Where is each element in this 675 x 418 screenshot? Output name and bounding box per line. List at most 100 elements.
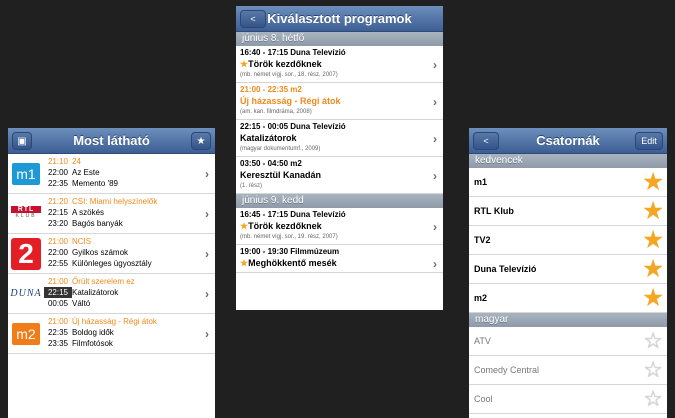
channel-row[interactable]: DUNA 21:00 Őrült szerelem ez 22:15 Katalizát… xyxy=(8,274,215,314)
program-title: Gyilkos számok xyxy=(72,248,129,257)
program-time: 00:05 xyxy=(47,299,68,308)
program-time: 21:20 xyxy=(47,197,68,206)
program-title: Memento '89 xyxy=(72,179,118,188)
program-title: Különleges ügyosztály xyxy=(72,259,152,268)
channel-row[interactable]: m2 21:00 Új házasság - Régi átok 22:35 Boldo… xyxy=(8,314,215,354)
favorite-star-icon[interactable]: ★ xyxy=(643,171,663,193)
section-header: kedvencek xyxy=(469,154,667,168)
schedule-line: 21:10 24 xyxy=(44,156,215,167)
channel-item[interactable]: RTL Klub ★ xyxy=(469,197,667,226)
schedule-line: 22:35 Boldog idők xyxy=(44,327,215,338)
program-title: Boldog idők xyxy=(72,328,114,337)
schedule-lines: 21:00 Őrült szerelem ez 22:15 Katalizátorok… xyxy=(44,274,215,313)
program-title: 24 xyxy=(72,157,81,166)
program-title: Az Este xyxy=(72,168,100,177)
program-list: június 8. hétfő 16:40 - 17:15 Duna Televí… xyxy=(236,32,443,273)
chevron-right-icon: › xyxy=(205,207,209,221)
nav-bar: < Csatornák Edit xyxy=(469,128,667,154)
selected-programs-screen: < Kiválasztott programok június 8. hétfő… xyxy=(236,6,443,310)
most-latható-screen: ▣ Most látható ★ m1 21:10 24 22:00 Az Este 22… xyxy=(8,128,215,418)
section-header: június 9. kedd xyxy=(236,194,443,208)
channel-item[interactable]: m2 ★ xyxy=(469,284,667,313)
channel-item[interactable]: TV2 ★ xyxy=(469,226,667,255)
schedule-line: 21:20 CSI: Miami helyszínelők xyxy=(44,196,215,207)
favorite-star-icon[interactable]: ☆ xyxy=(643,388,663,410)
star-icon: ★ xyxy=(240,59,249,69)
favorite-star-icon[interactable]: ☆ xyxy=(643,359,663,381)
program-title: Keresztül Kanadán xyxy=(240,170,322,180)
program-timeline: 22:15 - 00:05 Duna Televízió xyxy=(240,122,346,131)
schedule-line: 21:00 Új házasság - Régi átok xyxy=(44,316,215,327)
channel-row[interactable]: RTL KLUB 21:20 CSI: Miami helyszínelők 22:15… xyxy=(8,194,215,234)
program-item[interactable]: 19:00 - 19:30 Filmmúzeum ★Meghökkentő mes… xyxy=(236,245,443,273)
program-time: 22:00 xyxy=(47,248,68,257)
channel-row[interactable]: 2 21:00 NCIS 22:00 Gyilkos számok 22:55 Különl… xyxy=(8,234,215,274)
program-desc: (magyar dokumentumf., 2009) xyxy=(240,146,321,152)
program-time: 22:35 xyxy=(47,328,68,337)
tv-icon-button[interactable]: ▣ xyxy=(12,132,32,150)
program-desc: (mb. német vígj. sor., 18. rész, 2007) xyxy=(240,72,338,78)
channel-name: Comedy Central xyxy=(474,365,540,375)
chevron-right-icon: › xyxy=(433,257,437,271)
program-title: Váltó xyxy=(72,299,91,308)
program-timeline: 19:00 - 19:30 Filmmúzeum xyxy=(240,247,340,256)
channel-logo: DUNA xyxy=(8,274,44,313)
channel-logo: m1 xyxy=(8,154,44,193)
program-desc: (am. kan. filmdráma, 2008) xyxy=(240,109,312,115)
schedule-line: 22:00 Az Este xyxy=(44,167,215,178)
m1-logo: m1 xyxy=(12,162,40,185)
chevron-right-icon: › xyxy=(205,247,209,261)
favorite-star-icon[interactable]: ★ xyxy=(643,287,663,309)
channel-row[interactable]: m1 21:10 24 22:00 Az Este 22:35 Memento '89 › xyxy=(8,154,215,194)
channel-name: TV2 xyxy=(474,235,491,245)
schedule-lines: 21:00 Új házasság - Régi átok 22:35 Boldog … xyxy=(44,314,215,353)
favorite-star-icon[interactable]: ★ xyxy=(643,258,663,280)
program-title: Bagós banyák xyxy=(72,219,123,228)
program-title-row: Katalizátorok xyxy=(240,132,439,145)
program-item[interactable]: 03:50 - 04:50 m2 Keresztül Kanadán (1. rés… xyxy=(236,157,443,194)
channel-item[interactable]: m1 ★ xyxy=(469,168,667,197)
program-item[interactable]: 16:45 - 17:15 Duna Televízió ★Török kezdő… xyxy=(236,208,443,245)
program-timeline: 16:40 - 17:15 Duna Televízió xyxy=(240,48,346,57)
channel-item[interactable]: Comedy Central ☆ xyxy=(469,356,667,385)
schedule-lines: 21:10 24 22:00 Az Este 22:35 Memento '89 xyxy=(44,154,215,193)
channel-item[interactable]: Duna Televízió ★ xyxy=(469,255,667,284)
schedule-line: 22:15 A szökés xyxy=(44,207,215,218)
program-item[interactable]: 16:40 - 17:15 Duna Televízió ★Török kezdő… xyxy=(236,46,443,83)
section-header: magyar xyxy=(469,313,667,327)
program-title: Új házasság - Régi átok xyxy=(240,96,341,106)
favorite-star-icon[interactable]: ★ xyxy=(643,229,663,251)
channel-item[interactable]: Cool ☆ xyxy=(469,385,667,414)
channel-item[interactable]: ATV ☆ xyxy=(469,327,667,356)
channels-screen: < Csatornák Edit kedvencek m1 ★ RTL Klub ★ TV… xyxy=(469,128,667,418)
m2-logo: m2 xyxy=(12,322,40,345)
back-button[interactable]: < xyxy=(240,10,266,28)
page-title: Csatornák xyxy=(536,133,600,148)
schedule-line: 21:00 Őrült szerelem ez xyxy=(44,276,215,287)
program-item[interactable]: 21:00 - 22:35 m2 Új házasság - Régi átok (… xyxy=(236,83,443,120)
channel-name: m2 xyxy=(474,293,488,303)
page-title: Most látható xyxy=(73,133,150,148)
back-button[interactable]: < xyxy=(473,132,499,150)
channel-list: m1 21:10 24 22:00 Az Este 22:35 Memento '89 › RT… xyxy=(8,154,215,354)
schedule-line: 23:20 Bagós banyák xyxy=(44,218,215,229)
program-title-row: ★Meghökkentő mesék xyxy=(240,257,439,270)
program-desc: (mb. német vígj. sor., 19. rész, 2007) xyxy=(240,234,338,240)
program-item[interactable]: 22:15 - 00:05 Duna Televízió Katalizátoro… xyxy=(236,120,443,157)
nav-bar: < Kiválasztott programok xyxy=(236,6,443,32)
favorite-star-icon[interactable]: ★ xyxy=(643,200,663,222)
program-title: A szökés xyxy=(72,208,105,217)
schedule-line: 22:15 Katalizátorok xyxy=(44,287,215,298)
schedule-line: 22:35 Memento '89 xyxy=(44,178,215,189)
program-time: 22:15 xyxy=(44,287,72,298)
schedule-line: 00:05 Váltó xyxy=(44,298,215,309)
favorites-button[interactable]: ★ xyxy=(191,132,211,150)
program-time: 23:35 xyxy=(47,339,68,348)
chevron-right-icon: › xyxy=(433,169,437,183)
schedule-line: 22:00 Gyilkos számok xyxy=(44,247,215,258)
program-title-row: ★Török kezdőknek xyxy=(240,220,439,233)
program-title-row: Keresztül Kanadán xyxy=(240,169,439,182)
program-desc: (1. rész) xyxy=(240,183,263,189)
edit-button[interactable]: Edit xyxy=(635,132,663,150)
favorite-star-icon[interactable]: ☆ xyxy=(643,330,663,352)
